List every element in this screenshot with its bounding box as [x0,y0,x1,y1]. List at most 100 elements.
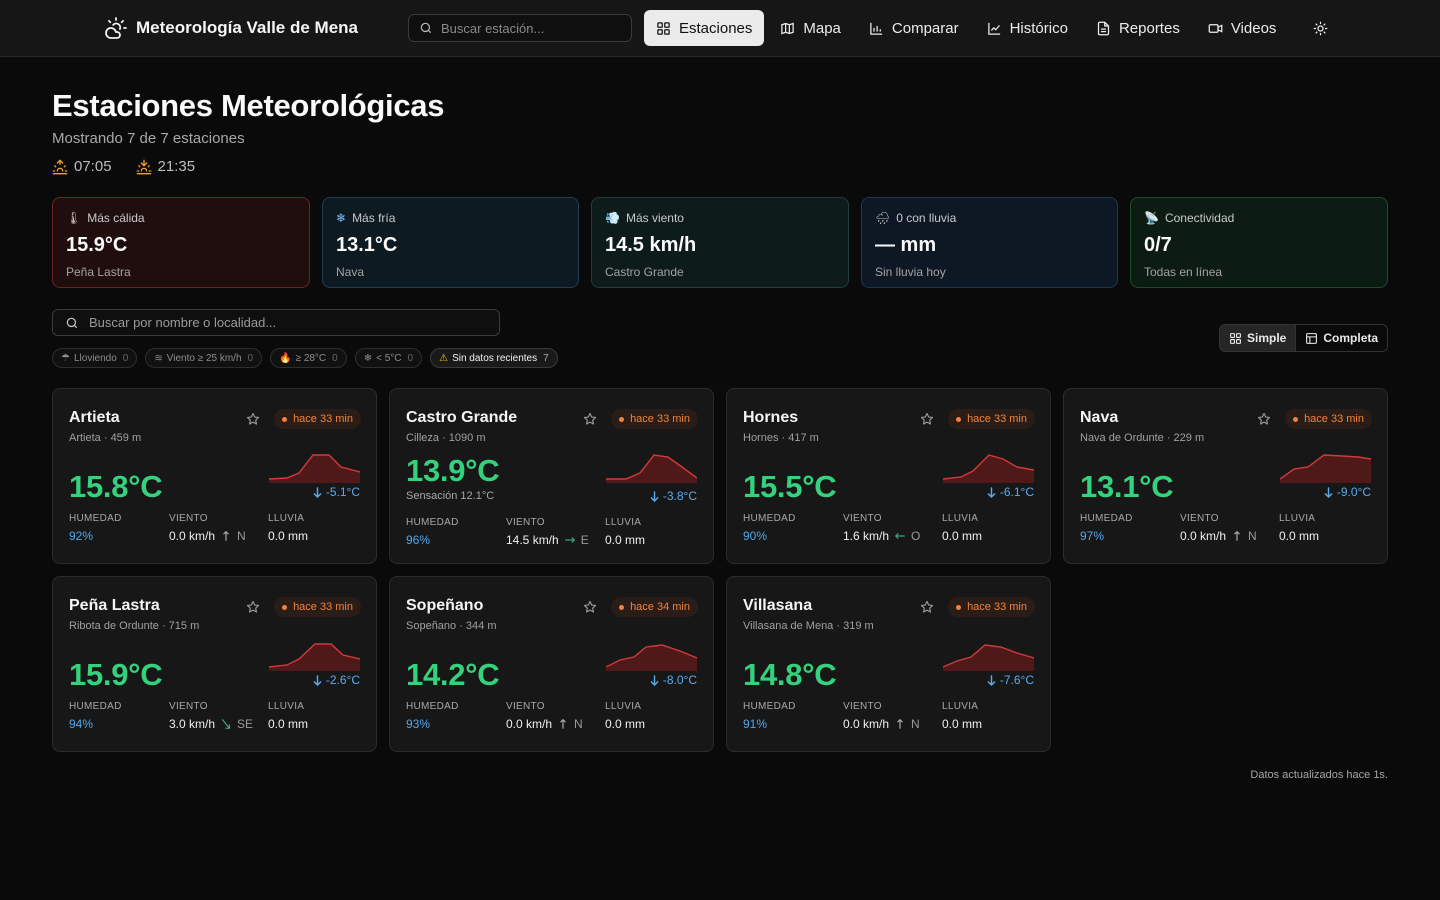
star-icon[interactable] [920,600,934,614]
filter-chips: ☂ Lloviendo 0 ≋ Viento ≥ 25 km/h 0 🔥 ≥ 28°C 0 … [52,348,558,368]
star-icon[interactable] [920,412,934,426]
rain-value: 0.0 mm [942,717,983,731]
station-search-input[interactable] [441,20,611,36]
page-title: Estaciones Meteorológicas [52,88,445,123]
sun-icon [1313,21,1327,35]
humidity-label: HUMEDAD [69,513,122,524]
chip-hot[interactable]: 🔥 ≥ 28°C 0 [270,348,347,368]
rain-stat: LLUVIA 0.0 mm [268,513,308,543]
summary-sub: Todas en línea [1144,265,1223,279]
humidity-stat: HUMEDAD 92% [69,513,122,543]
chip-label: Viento ≥ 25 km/h [166,352,242,364]
wind-stat: VIENTO 1.6 km/h O [843,513,920,543]
theme-toggle-button[interactable] [1308,16,1332,40]
chip-cold[interactable]: ❄ < 5°C 0 [354,348,423,368]
sparkline-area [606,645,697,671]
wind-speed: 14.5 km/h [506,533,559,547]
summary-rain[interactable]: 🌧 0 con lluvia — mm Sin lluvia hoy [861,197,1118,288]
badge-text: hace 33 min [293,601,353,613]
nav-videos[interactable]: Videos [1196,10,1289,46]
temperature-delta: -7.6°C [987,673,1034,687]
star-icon[interactable] [246,600,260,614]
station-card[interactable]: Hornes Hornes · 417 m hace 33 min 15.5°C… [726,388,1051,564]
nav-mapa[interactable]: Mapa [768,10,853,46]
wind-label: VIENTO [506,517,545,528]
chip-count: 0 [247,352,254,364]
summary-sub: Nava [336,265,365,279]
star-icon[interactable] [583,600,597,614]
station-location: Cilleza · 1090 m [406,432,486,444]
badge-text: hace 33 min [630,413,690,425]
rain-value: 0.0 mm [1279,529,1320,543]
feels-like: Sensación 12.1°C [406,490,495,502]
wind-direction-icon [223,530,229,541]
station-card[interactable]: Villasana Villasana de Mena · 319 m hace… [726,576,1051,752]
humidity-label: HUMEDAD [406,701,459,712]
summary-coldest[interactable]: ❄ Más fría 13.1°C Nava [322,197,579,288]
station-name: Artieta [69,409,120,426]
chip-raining[interactable]: ☂ Lloviendo 0 [52,348,138,368]
top-search[interactable] [408,14,632,42]
last-update-badge: hace 33 min [611,409,698,429]
filter-search-input[interactable] [89,315,489,330]
wind-stat: VIENTO 14.5 km/h E [506,517,589,547]
summary-hottest[interactable]: 🌡 Más cálida 15.9°C Peña Lastra [52,197,310,288]
nav-historico[interactable]: Histórico [975,10,1080,46]
chip-wind[interactable]: ≋ Viento ≥ 25 km/h 0 [145,348,263,368]
station-name: Sopeñano [406,597,484,614]
temperature-delta: -5.1°C [313,485,360,499]
summary-label: Más viento [625,211,684,225]
station-name: Nava [1080,409,1119,426]
star-icon[interactable] [1257,412,1271,426]
wind-direction: N [237,529,246,543]
station-temperature: 15.5°C [743,469,837,504]
wind-icon: ≋ [154,352,163,364]
rain-value: 0.0 mm [268,529,309,543]
humidity-label: HUMEDAD [1080,513,1133,524]
rain-label: LLUVIA [942,513,979,524]
humidity-label: HUMEDAD [743,513,796,524]
view-simple-label: Simple [1247,331,1287,345]
chip-no-recent-data[interactable]: ⚠ Sin datos recientes 7 [430,348,558,368]
summary-connectivity[interactable]: 📡 Conectividad 0/7 Todas en línea [1130,197,1388,288]
summary-windiest[interactable]: 💨 Más viento 14.5 km/h Castro Grande [591,197,849,288]
temperature-delta: -9.0°C [1324,485,1371,499]
view-simple-button[interactable]: Simple [1220,325,1296,351]
delta-value: -7.6°C [999,673,1034,687]
humidity-stat: HUMEDAD 94% [69,701,122,731]
chip-count: 0 [332,352,338,364]
station-card[interactable]: Sopeñano Sopeñano · 344 m hace 34 min 14… [389,576,714,752]
wind-direction: SE [237,717,254,731]
nav-label: Reportes [1118,19,1180,37]
station-card[interactable]: Artieta Artieta · 459 m hace 33 min 15.8… [52,388,377,564]
status-dot [956,604,962,610]
nav-estaciones[interactable]: Estaciones [644,10,765,46]
temperature-delta: -2.6°C [313,673,360,687]
summary-sub: Sin lluvia hoy [875,265,946,279]
station-temperature: 13.1°C [1080,469,1174,504]
wind-label: VIENTO [1180,513,1219,524]
thermometer-icon: 🌡 [66,211,82,225]
station-card[interactable]: Peña Lastra Ribota de Ordunte · 715 m ha… [52,576,377,752]
star-icon[interactable] [246,412,260,426]
view-full-button[interactable]: Completa [1295,325,1387,351]
badge-text: hace 33 min [1304,413,1364,425]
wind-direction-icon [222,719,231,729]
rain-stat: LLUVIA 0.0 mm [1279,513,1319,543]
nav-reportes[interactable]: Reportes [1084,10,1192,46]
brand[interactable]: Meteorología Valle de Mena [104,16,358,40]
station-temperature: 15.9°C [69,657,163,692]
humidity-label: HUMEDAD [406,517,459,528]
last-update-badge: hace 34 min [611,597,698,617]
filter-search[interactable] [52,309,500,336]
nav-comparar[interactable]: Comparar [857,10,971,46]
wind-icon: 💨 [605,211,620,225]
station-card[interactable]: Castro Grande Cilleza · 1090 m hace 33 m… [389,388,714,564]
nav-label: Comparar [891,19,959,37]
station-card[interactable]: Nava Nava de Ordunte · 229 m hace 33 min… [1063,388,1388,564]
arrow-down-icon [987,486,996,498]
wind-direction-icon [895,533,905,539]
station-location: Hornes · 417 m [743,432,819,444]
star-icon[interactable] [583,412,597,426]
bar-chart-icon [870,22,883,35]
